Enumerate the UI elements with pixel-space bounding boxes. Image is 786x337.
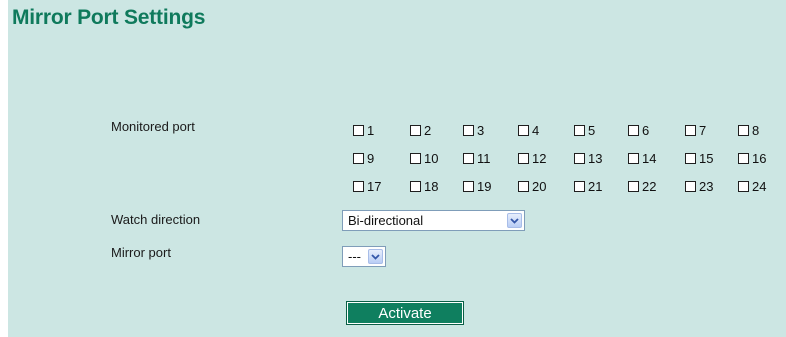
checkbox-icon[interactable] — [463, 180, 474, 192]
port-checkbox-13[interactable]: 13 — [574, 150, 602, 166]
chevron-down-icon[interactable] — [507, 213, 522, 228]
port-number-label: 15 — [699, 150, 714, 166]
port-number-label: 19 — [477, 178, 492, 194]
checkbox-icon[interactable] — [685, 152, 696, 164]
port-number-label: 6 — [642, 122, 650, 138]
checkbox-icon[interactable] — [738, 124, 749, 136]
port-checkbox-4[interactable]: 4 — [518, 122, 539, 138]
checkbox-icon[interactable] — [353, 152, 364, 164]
port-checkbox-18[interactable]: 18 — [410, 178, 438, 194]
port-number-label: 10 — [424, 150, 439, 166]
port-number-label: 24 — [752, 178, 767, 194]
checkbox-icon[interactable] — [574, 124, 585, 136]
port-number-label: 18 — [424, 178, 439, 194]
port-checkbox-6[interactable]: 6 — [628, 122, 649, 138]
watch-direction-select[interactable]: Bi-directional — [342, 210, 525, 231]
mirror-port-label: Mirror port — [111, 245, 171, 260]
port-checkbox-15[interactable]: 15 — [685, 150, 713, 166]
checkbox-icon[interactable] — [463, 152, 474, 164]
port-number-label: 4 — [532, 122, 540, 138]
checkbox-icon[interactable] — [628, 152, 639, 164]
checkbox-icon[interactable] — [410, 180, 421, 192]
checkbox-icon[interactable] — [410, 124, 421, 136]
port-number-label: 9 — [367, 150, 375, 166]
port-number-label: 23 — [699, 178, 714, 194]
port-number-label: 14 — [642, 150, 657, 166]
mirror-port-value: --- — [348, 249, 361, 264]
port-checkbox-8[interactable]: 8 — [738, 122, 759, 138]
port-number-label: 22 — [642, 178, 657, 194]
port-number-label: 2 — [424, 122, 432, 138]
port-number-label: 8 — [752, 122, 760, 138]
checkbox-icon[interactable] — [410, 152, 421, 164]
port-checkbox-24[interactable]: 24 — [738, 178, 766, 194]
checkbox-icon[interactable] — [518, 124, 529, 136]
port-number-label: 21 — [588, 178, 603, 194]
port-checkbox-22[interactable]: 22 — [628, 178, 656, 194]
port-number-label: 17 — [367, 178, 382, 194]
port-checkbox-21[interactable]: 21 — [574, 178, 602, 194]
port-number-label: 13 — [588, 150, 603, 166]
settings-panel: Mirror Port Settings Monitored port 1234… — [8, 0, 786, 337]
watch-direction-label: Watch direction — [111, 212, 201, 227]
port-checkbox-5[interactable]: 5 — [574, 122, 595, 138]
checkbox-icon[interactable] — [685, 180, 696, 192]
port-checkbox-20[interactable]: 20 — [518, 178, 546, 194]
port-checkbox-7[interactable]: 7 — [685, 122, 706, 138]
port-number-label: 20 — [532, 178, 547, 194]
checkbox-icon[interactable] — [738, 152, 749, 164]
port-checkbox-1[interactable]: 1 — [353, 122, 374, 138]
port-number-label: 1 — [367, 122, 375, 138]
checkbox-icon[interactable] — [628, 124, 639, 136]
port-checkbox-2[interactable]: 2 — [410, 122, 431, 138]
monitored-port-label: Monitored port — [111, 119, 195, 134]
port-checkbox-9[interactable]: 9 — [353, 150, 374, 166]
port-checkbox-16[interactable]: 16 — [738, 150, 766, 166]
watch-direction-value: Bi-directional — [348, 213, 424, 228]
checkbox-icon[interactable] — [574, 152, 585, 164]
checkbox-icon[interactable] — [518, 152, 529, 164]
checkbox-icon[interactable] — [463, 124, 474, 136]
port-checkbox-19[interactable]: 19 — [463, 178, 491, 194]
port-checkbox-12[interactable]: 12 — [518, 150, 546, 166]
port-number-label: 16 — [752, 150, 767, 166]
port-number-label: 3 — [477, 122, 485, 138]
port-number-label: 7 — [699, 122, 707, 138]
chevron-down-icon[interactable] — [368, 249, 383, 264]
checkbox-icon[interactable] — [574, 180, 585, 192]
checkbox-icon[interactable] — [353, 124, 364, 136]
port-checkbox-11[interactable]: 11 — [463, 150, 491, 166]
mirror-port-select[interactable]: --- — [342, 246, 386, 267]
checkbox-icon[interactable] — [353, 180, 364, 192]
port-checkbox-23[interactable]: 23 — [685, 178, 713, 194]
port-checkbox-14[interactable]: 14 — [628, 150, 656, 166]
checkbox-icon[interactable] — [738, 180, 749, 192]
checkbox-icon[interactable] — [685, 124, 696, 136]
checkbox-icon[interactable] — [628, 180, 639, 192]
activate-button[interactable]: Activate — [346, 301, 464, 325]
page-title: Mirror Port Settings — [12, 6, 206, 29]
port-number-label: 5 — [588, 122, 596, 138]
port-number-label: 12 — [532, 150, 547, 166]
checkbox-icon[interactable] — [518, 180, 529, 192]
port-checkbox-3[interactable]: 3 — [463, 122, 484, 138]
port-checkbox-10[interactable]: 10 — [410, 150, 438, 166]
port-number-label: 11 — [477, 150, 491, 166]
port-checkbox-17[interactable]: 17 — [353, 178, 381, 194]
